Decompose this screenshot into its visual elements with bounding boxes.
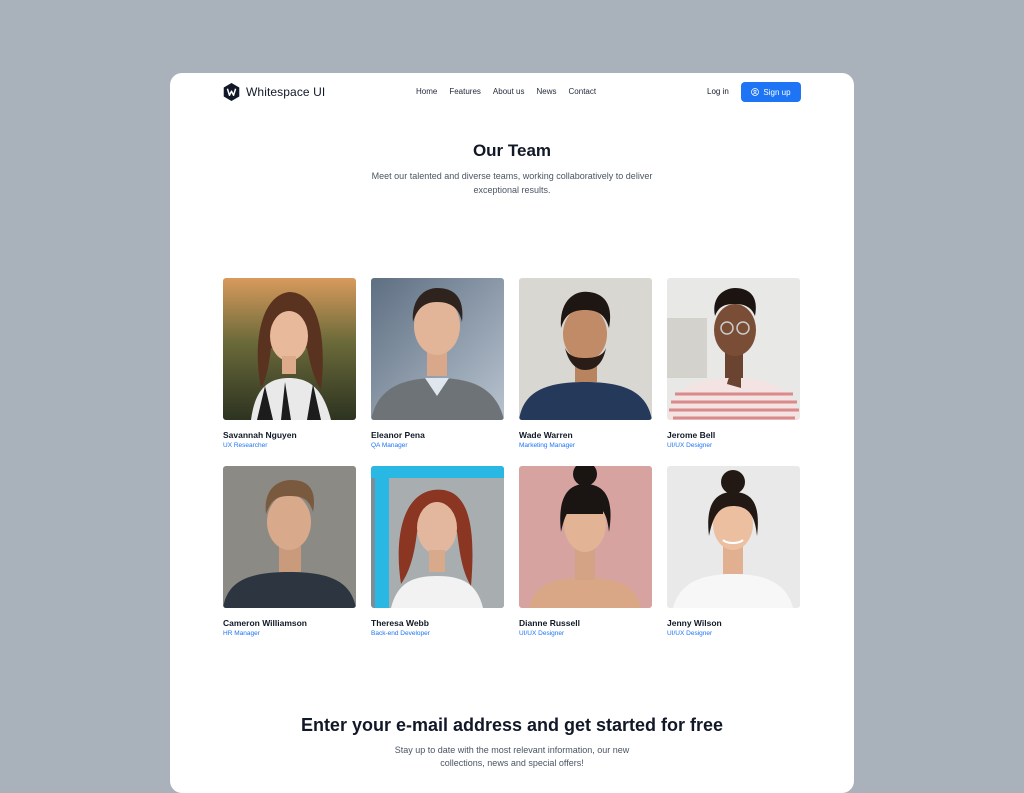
- member-photo: [371, 466, 504, 608]
- member-role: Back-end Developer: [371, 630, 430, 637]
- nav-link-news[interactable]: News: [537, 87, 557, 96]
- member-name: Dianne Russell: [519, 618, 580, 628]
- member-photo: [519, 278, 652, 420]
- team-member-card[interactable]: Savannah Nguyen UX Researcher: [223, 278, 356, 449]
- team-member-card[interactable]: Wade Warren Marketing Manager: [519, 278, 652, 449]
- member-photo: [371, 278, 504, 420]
- team-member-card[interactable]: Eleanor Pena QA Manager: [371, 278, 504, 449]
- team-member-card[interactable]: Cameron Williamson HR Manager: [223, 466, 356, 637]
- member-name: Cameron Williamson: [223, 618, 307, 628]
- signup-label: Sign up: [763, 87, 791, 97]
- nav-link-about-us[interactable]: About us: [493, 87, 525, 96]
- member-role: UX Researcher: [223, 442, 268, 449]
- member-name: Jerome Bell: [667, 430, 716, 440]
- member-name: Jenny Wilson: [667, 618, 722, 628]
- member-role: HR Manager: [223, 630, 260, 637]
- user-circle-icon: [751, 88, 760, 96]
- top-navbar: Whitespace UI Home Features About us New…: [170, 73, 854, 111]
- team-member-card[interactable]: Dianne Russell UI/UX Designer: [519, 466, 652, 637]
- login-link[interactable]: Log in: [707, 87, 729, 96]
- member-name: Eleanor Pena: [371, 430, 425, 440]
- member-photo: [223, 278, 356, 420]
- member-role: UI/UX Designer: [667, 630, 713, 637]
- member-name: Theresa Webb: [371, 618, 429, 628]
- member-name: Savannah Nguyen: [223, 430, 297, 440]
- section-title: Our Team: [472, 141, 552, 160]
- member-role: QA Manager: [371, 442, 408, 449]
- member-photo: [519, 466, 652, 608]
- nav-links: Home Features About us News Contact: [416, 87, 596, 96]
- newsletter-subtitle: Stay up to date with the most relevant i…: [394, 745, 630, 768]
- member-role: UI/UX Designer: [667, 442, 713, 449]
- member-name: Wade Warren: [519, 430, 573, 440]
- team-member-card[interactable]: Jenny Wilson UI/UX Designer: [667, 466, 800, 637]
- section-subtitle: Meet our talented and diverse teams, wor…: [371, 171, 653, 195]
- member-photo: [667, 466, 800, 608]
- hexagon-w-logo-icon: [223, 83, 240, 101]
- page-card: Whitespace UI Home Features About us New…: [170, 73, 854, 793]
- newsletter-title: Enter your e-mail address and get starte…: [300, 715, 724, 735]
- team-member-card[interactable]: Theresa Webb Back-end Developer: [371, 466, 504, 637]
- signup-button[interactable]: Sign up: [741, 82, 801, 102]
- brand-name: Whitespace UI: [246, 85, 326, 99]
- nav-link-contact[interactable]: Contact: [569, 87, 597, 96]
- brand[interactable]: Whitespace UI: [223, 83, 325, 101]
- member-role: UI/UX Designer: [519, 630, 565, 637]
- nav-link-features[interactable]: Features: [449, 87, 481, 96]
- member-photo: [667, 278, 800, 420]
- member-photo: [223, 466, 356, 608]
- team-member-card[interactable]: Jerome Bell UI/UX Designer: [667, 278, 800, 449]
- member-role: Marketing Manager: [519, 442, 575, 449]
- nav-link-home[interactable]: Home: [416, 87, 437, 96]
